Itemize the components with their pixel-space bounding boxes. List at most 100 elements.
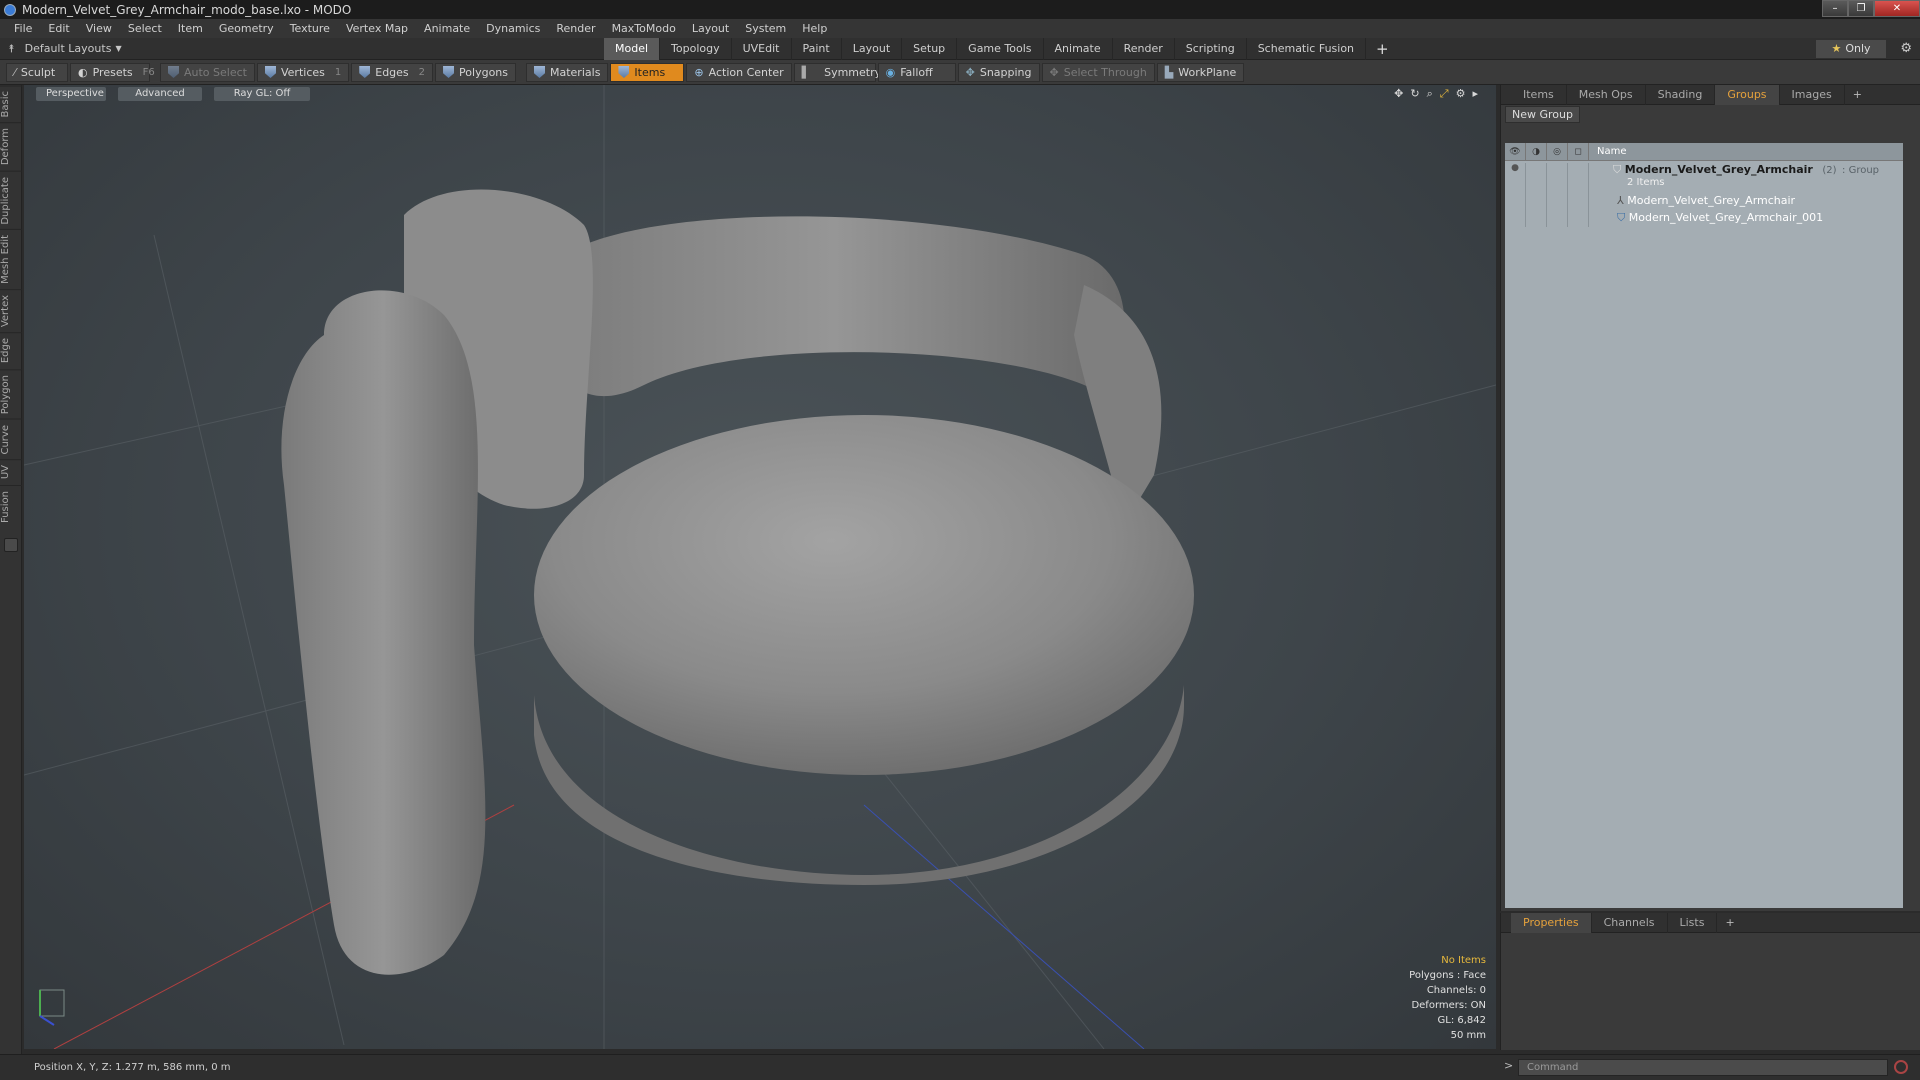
menu-system[interactable]: System bbox=[737, 22, 794, 35]
fit-icon[interactable]: ⤢ bbox=[1440, 87, 1449, 101]
only-toggle-button[interactable]: ★ Only bbox=[1816, 40, 1886, 58]
tab-topology[interactable]: Topology bbox=[660, 38, 732, 60]
tab-schematic-fusion[interactable]: Schematic Fusion bbox=[1247, 38, 1367, 60]
tab-scripting[interactable]: Scripting bbox=[1175, 38, 1247, 60]
stat-scale: 50 mm bbox=[1450, 1030, 1486, 1041]
symmetry-button[interactable]: ▌ Symmetry bbox=[793, 62, 881, 82]
tab-channels[interactable]: Channels bbox=[1592, 912, 1668, 933]
record-macro-icon[interactable] bbox=[1894, 1060, 1908, 1074]
select-col-icon[interactable]: ◻ bbox=[1568, 142, 1589, 161]
raygl-toggle[interactable]: Ray GL: Off bbox=[214, 87, 310, 101]
group-child-row[interactable]: ⅄ Modern_Velvet_Grey_Armchair bbox=[1505, 191, 1903, 209]
tab-properties[interactable]: Properties bbox=[1511, 912, 1592, 933]
3d-viewport[interactable]: Perspective Advanced Ray GL: Off ✥ ↻ ⌕ ⤢… bbox=[24, 85, 1496, 1049]
group-child-row[interactable]: ⛉ Modern_Velvet_Grey_Armchair_001 bbox=[1505, 209, 1903, 227]
add-panel-tab-icon[interactable]: + bbox=[1845, 88, 1870, 101]
menu-view[interactable]: View bbox=[78, 22, 120, 35]
menu-render[interactable]: Render bbox=[548, 22, 603, 35]
edges-button[interactable]: Edges 2 bbox=[351, 62, 434, 82]
pan-icon[interactable]: ✥ bbox=[1394, 87, 1403, 101]
projection-dropdown[interactable]: Perspective bbox=[36, 87, 106, 101]
add-tab-icon[interactable]: + bbox=[1366, 38, 1399, 60]
tab-lists[interactable]: Lists bbox=[1668, 912, 1718, 933]
visibility-eye-icon[interactable]: ● bbox=[1505, 163, 1526, 191]
visibility-col-icon[interactable]: 👁 bbox=[1505, 142, 1526, 161]
vertices-button[interactable]: Vertices 1 bbox=[256, 62, 350, 82]
menu-help[interactable]: Help bbox=[794, 22, 835, 35]
command-input[interactable]: Command bbox=[1518, 1059, 1888, 1076]
tab-images[interactable]: Images bbox=[1780, 84, 1845, 105]
group-row-root[interactable]: ● ⛉ Modern_Velvet_Grey_Armchair (2) : Gr… bbox=[1505, 161, 1903, 191]
armchair-model bbox=[281, 189, 1194, 975]
new-group-button[interactable]: New Group bbox=[1505, 105, 1580, 123]
tab-render[interactable]: Render bbox=[1113, 38, 1175, 60]
select-through-button[interactable]: ✥ Select Through bbox=[1041, 62, 1155, 82]
tab-setup[interactable]: Setup bbox=[902, 38, 958, 60]
side-tab-edge[interactable]: Edge bbox=[0, 332, 22, 369]
snapping-button[interactable]: ✥ Snapping bbox=[957, 62, 1040, 82]
tab-model[interactable]: Model bbox=[604, 38, 661, 60]
menu-item[interactable]: Item bbox=[170, 22, 211, 35]
side-tab-basic[interactable]: Basic bbox=[0, 85, 22, 123]
side-tab-fusion[interactable]: Fusion bbox=[0, 484, 22, 528]
menu-geometry[interactable]: Geometry bbox=[211, 22, 282, 35]
menu-select[interactable]: Select bbox=[120, 22, 170, 35]
tab-mesh-ops[interactable]: Mesh Ops bbox=[1567, 84, 1646, 105]
shading-dropdown[interactable]: Advanced bbox=[118, 87, 202, 101]
workplane-icon: ▙ bbox=[1164, 65, 1174, 79]
vertices-count: 1 bbox=[334, 66, 342, 78]
gear-icon[interactable]: ⚙ bbox=[1900, 41, 1912, 56]
tab-layout[interactable]: Layout bbox=[842, 38, 903, 60]
groups-scrollbar[interactable] bbox=[1908, 143, 1920, 908]
side-tab-uv[interactable]: UV bbox=[0, 459, 22, 485]
viewport-settings-icon[interactable]: ⚙ bbox=[1456, 87, 1466, 101]
close-button[interactable]: ✕ bbox=[1874, 0, 1920, 17]
menu-file[interactable]: File bbox=[6, 22, 40, 35]
side-tab-curve[interactable]: Curve bbox=[0, 418, 22, 460]
polygons-button[interactable]: Polygons bbox=[435, 62, 516, 82]
side-tab-polygon[interactable]: Polygon bbox=[0, 368, 22, 419]
sculpt-button[interactable]: ⁄ Sculpt bbox=[6, 62, 68, 82]
presets-button[interactable]: ◐ Presets F6 bbox=[70, 62, 155, 82]
side-tab-vertex[interactable]: Vertex bbox=[0, 289, 22, 333]
tab-animate[interactable]: Animate bbox=[1044, 38, 1113, 60]
tab-groups[interactable]: Groups bbox=[1715, 84, 1780, 105]
menu-animate[interactable]: Animate bbox=[416, 22, 478, 35]
viewport-menu-arrow-icon[interactable]: ▸ bbox=[1472, 87, 1478, 101]
zoom-icon[interactable]: ⌕ bbox=[1427, 87, 1433, 101]
materials-button[interactable]: Materials bbox=[526, 62, 609, 82]
menu-dynamics[interactable]: Dynamics bbox=[478, 22, 548, 35]
layouts-dropdown[interactable]: ⯭ Default Layouts ▼ bbox=[0, 42, 150, 56]
symmetry-icon: ▌ bbox=[801, 65, 811, 79]
rotate-icon[interactable]: ↻ bbox=[1410, 87, 1419, 101]
auto-select-button[interactable]: Auto Select bbox=[160, 62, 255, 82]
lock-col-icon[interactable]: ◎ bbox=[1547, 142, 1568, 161]
menu-layout[interactable]: Layout bbox=[684, 22, 737, 35]
action-center-button[interactable]: ⊕ Action Center bbox=[686, 62, 792, 82]
group-child-name: Modern_Velvet_Grey_Armchair bbox=[1627, 193, 1796, 207]
tab-shading[interactable]: Shading bbox=[1646, 84, 1716, 105]
polygons-icon bbox=[443, 66, 455, 78]
maximize-button[interactable]: ❐ bbox=[1848, 0, 1874, 17]
menu-texture[interactable]: Texture bbox=[282, 22, 338, 35]
items-button[interactable]: Items bbox=[610, 62, 685, 82]
tab-game-tools[interactable]: Game Tools bbox=[957, 38, 1044, 60]
side-toggle-button[interactable] bbox=[4, 537, 18, 552]
menu-maxtomodo[interactable]: MaxToModo bbox=[604, 22, 684, 35]
groups-table: 👁 ◑ ◎ ◻ Name ● ⛉ Modern_Velvet_Grey_Armc… bbox=[1505, 142, 1903, 908]
side-tab-mesh-edit[interactable]: Mesh Edit bbox=[0, 229, 22, 290]
viewport-header: Perspective Advanced Ray GL: Off bbox=[24, 85, 1496, 103]
menu-edit[interactable]: Edit bbox=[40, 22, 77, 35]
render-col-icon[interactable]: ◑ bbox=[1526, 142, 1547, 161]
minimize-button[interactable]: – bbox=[1822, 0, 1848, 17]
groups-panel: Items Mesh Ops Shading Groups Images + N… bbox=[1500, 84, 1920, 911]
menu-vertex-map[interactable]: Vertex Map bbox=[338, 22, 416, 35]
side-tab-deform[interactable]: Deform bbox=[0, 122, 22, 171]
falloff-button[interactable]: ◉ Falloff bbox=[877, 62, 956, 82]
tab-paint[interactable]: Paint bbox=[792, 38, 842, 60]
side-tab-duplicate[interactable]: Duplicate bbox=[0, 170, 22, 230]
add-props-tab-icon[interactable]: + bbox=[1717, 916, 1742, 929]
tab-uvedit[interactable]: UVEdit bbox=[732, 38, 792, 60]
tab-items[interactable]: Items bbox=[1511, 84, 1567, 105]
workplane-button[interactable]: ▙ WorkPlane bbox=[1156, 62, 1245, 82]
